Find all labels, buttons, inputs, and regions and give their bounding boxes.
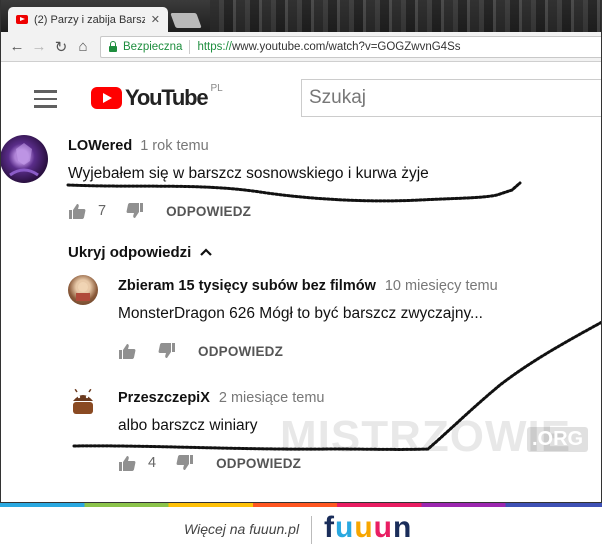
lock-icon [109,41,117,52]
comment-time[interactable]: 1 rok temu [140,138,209,154]
comment-author[interactable]: LOWered [68,138,132,154]
reply-actions: 4 ODPOWIEDZ [118,455,301,471]
browser-toolbar: ← → ↻ ⌂ Bezpieczna https:// www.youtube.… [0,32,602,62]
search-placeholder: Szukaj [309,87,367,108]
reply-author[interactable]: PrzeszczepiX [118,390,210,406]
youtube-wordmark: YouTube [125,85,209,110]
avatar-image [9,143,39,177]
back-arrow-icon[interactable]: ← [6,38,28,55]
logo-letter: u [335,511,355,544]
watermark-org: .ORG [527,427,589,452]
youtube-favicon-icon [16,15,28,24]
avatar[interactable] [68,275,98,305]
region-code: PL [210,83,223,94]
home-icon[interactable]: ⌂ [72,38,94,55]
reply-header: Zbieram 15 tysięcy subów bez filmów 10 mi… [118,277,498,295]
like-count: 7 [98,203,107,219]
reply-actions: ODPOWIEDZ [118,343,283,359]
url-text: www.youtube.com/watch?v=GOGZwvnG4Ss [232,41,461,53]
youtube-header: YouTube PL Szukaj [0,63,602,128]
like-icon[interactable] [118,455,136,471]
hide-replies-label: Ukryj odpowiedzi [68,244,192,261]
reply-text: albo barszcz winiary [118,417,258,434]
forward-arrow-icon[interactable]: → [28,38,50,55]
url-scheme: https:// [197,41,232,53]
site-footer: Więcej na fuuun.pl fuuun [0,503,602,549]
youtube-play-icon [91,87,122,109]
logo-letter: u [354,511,374,544]
like-icon[interactable] [118,343,136,359]
browser-tabstrip: (2) Parzy i zabija Barszcz ✕ [0,0,602,32]
avatar[interactable] [0,135,48,183]
comment-text: Wyjebałem się w barszcz sosnowskiego i k… [68,165,429,182]
reply-button[interactable]: ODPOWIEDZ [198,344,283,359]
tab-close-icon[interactable]: ✕ [151,13,160,26]
like-icon[interactable] [68,203,86,219]
rainbow-bar [0,503,602,507]
address-separator [189,40,191,54]
address-bar[interactable]: Bezpieczna https:// www.youtube.com/watc… [100,36,602,58]
secure-label: Bezpieczna [123,41,183,53]
search-input[interactable]: Szukaj [301,79,602,117]
tabstrip-background [210,0,602,32]
youtube-logo[interactable]: YouTube PL [91,83,223,111]
comment-header: LOWered 1 rok temu [68,137,209,155]
fuuun-logo[interactable]: fuuun [324,511,412,545]
like-count: 4 [148,455,157,471]
dislike-icon[interactable] [126,203,144,219]
hide-replies-toggle[interactable]: Ukryj odpowiedzi [68,244,212,261]
logo-letter: u [373,511,393,544]
avatar[interactable] [68,387,98,417]
tab-title: (2) Parzy i zabija Barszcz [34,13,145,26]
reply-author[interactable]: Zbieram 15 tysięcy subów bez filmów [118,278,376,294]
reply-button[interactable]: ODPOWIEDZ [166,204,251,219]
chevron-up-icon [199,248,212,256]
logo-letter: f [324,511,335,544]
comment-actions: 7 ODPOWIEDZ [68,203,251,219]
footer-divider [311,516,312,544]
dislike-icon[interactable] [158,343,176,359]
browser-tab-active[interactable]: (2) Parzy i zabija Barszcz ✕ [8,7,168,32]
reply-time[interactable]: 2 miesiące temu [219,390,325,406]
reply-text: MonsterDragon 626 Mógł to być barszcz zw… [118,305,483,322]
footer-text[interactable]: Więcej na fuuun.pl [184,521,299,537]
android-icon [73,388,93,414]
logo-letter: n [392,511,413,544]
menu-icon[interactable] [34,90,57,113]
new-tab-button[interactable] [170,13,202,28]
reply-header: PrzeszczepiX 2 miesiące temu [118,389,324,407]
reload-icon[interactable]: ↻ [50,38,72,56]
reply-time[interactable]: 10 miesięcy temu [385,278,498,294]
dislike-icon[interactable] [176,455,194,471]
avatar-image [76,282,90,301]
